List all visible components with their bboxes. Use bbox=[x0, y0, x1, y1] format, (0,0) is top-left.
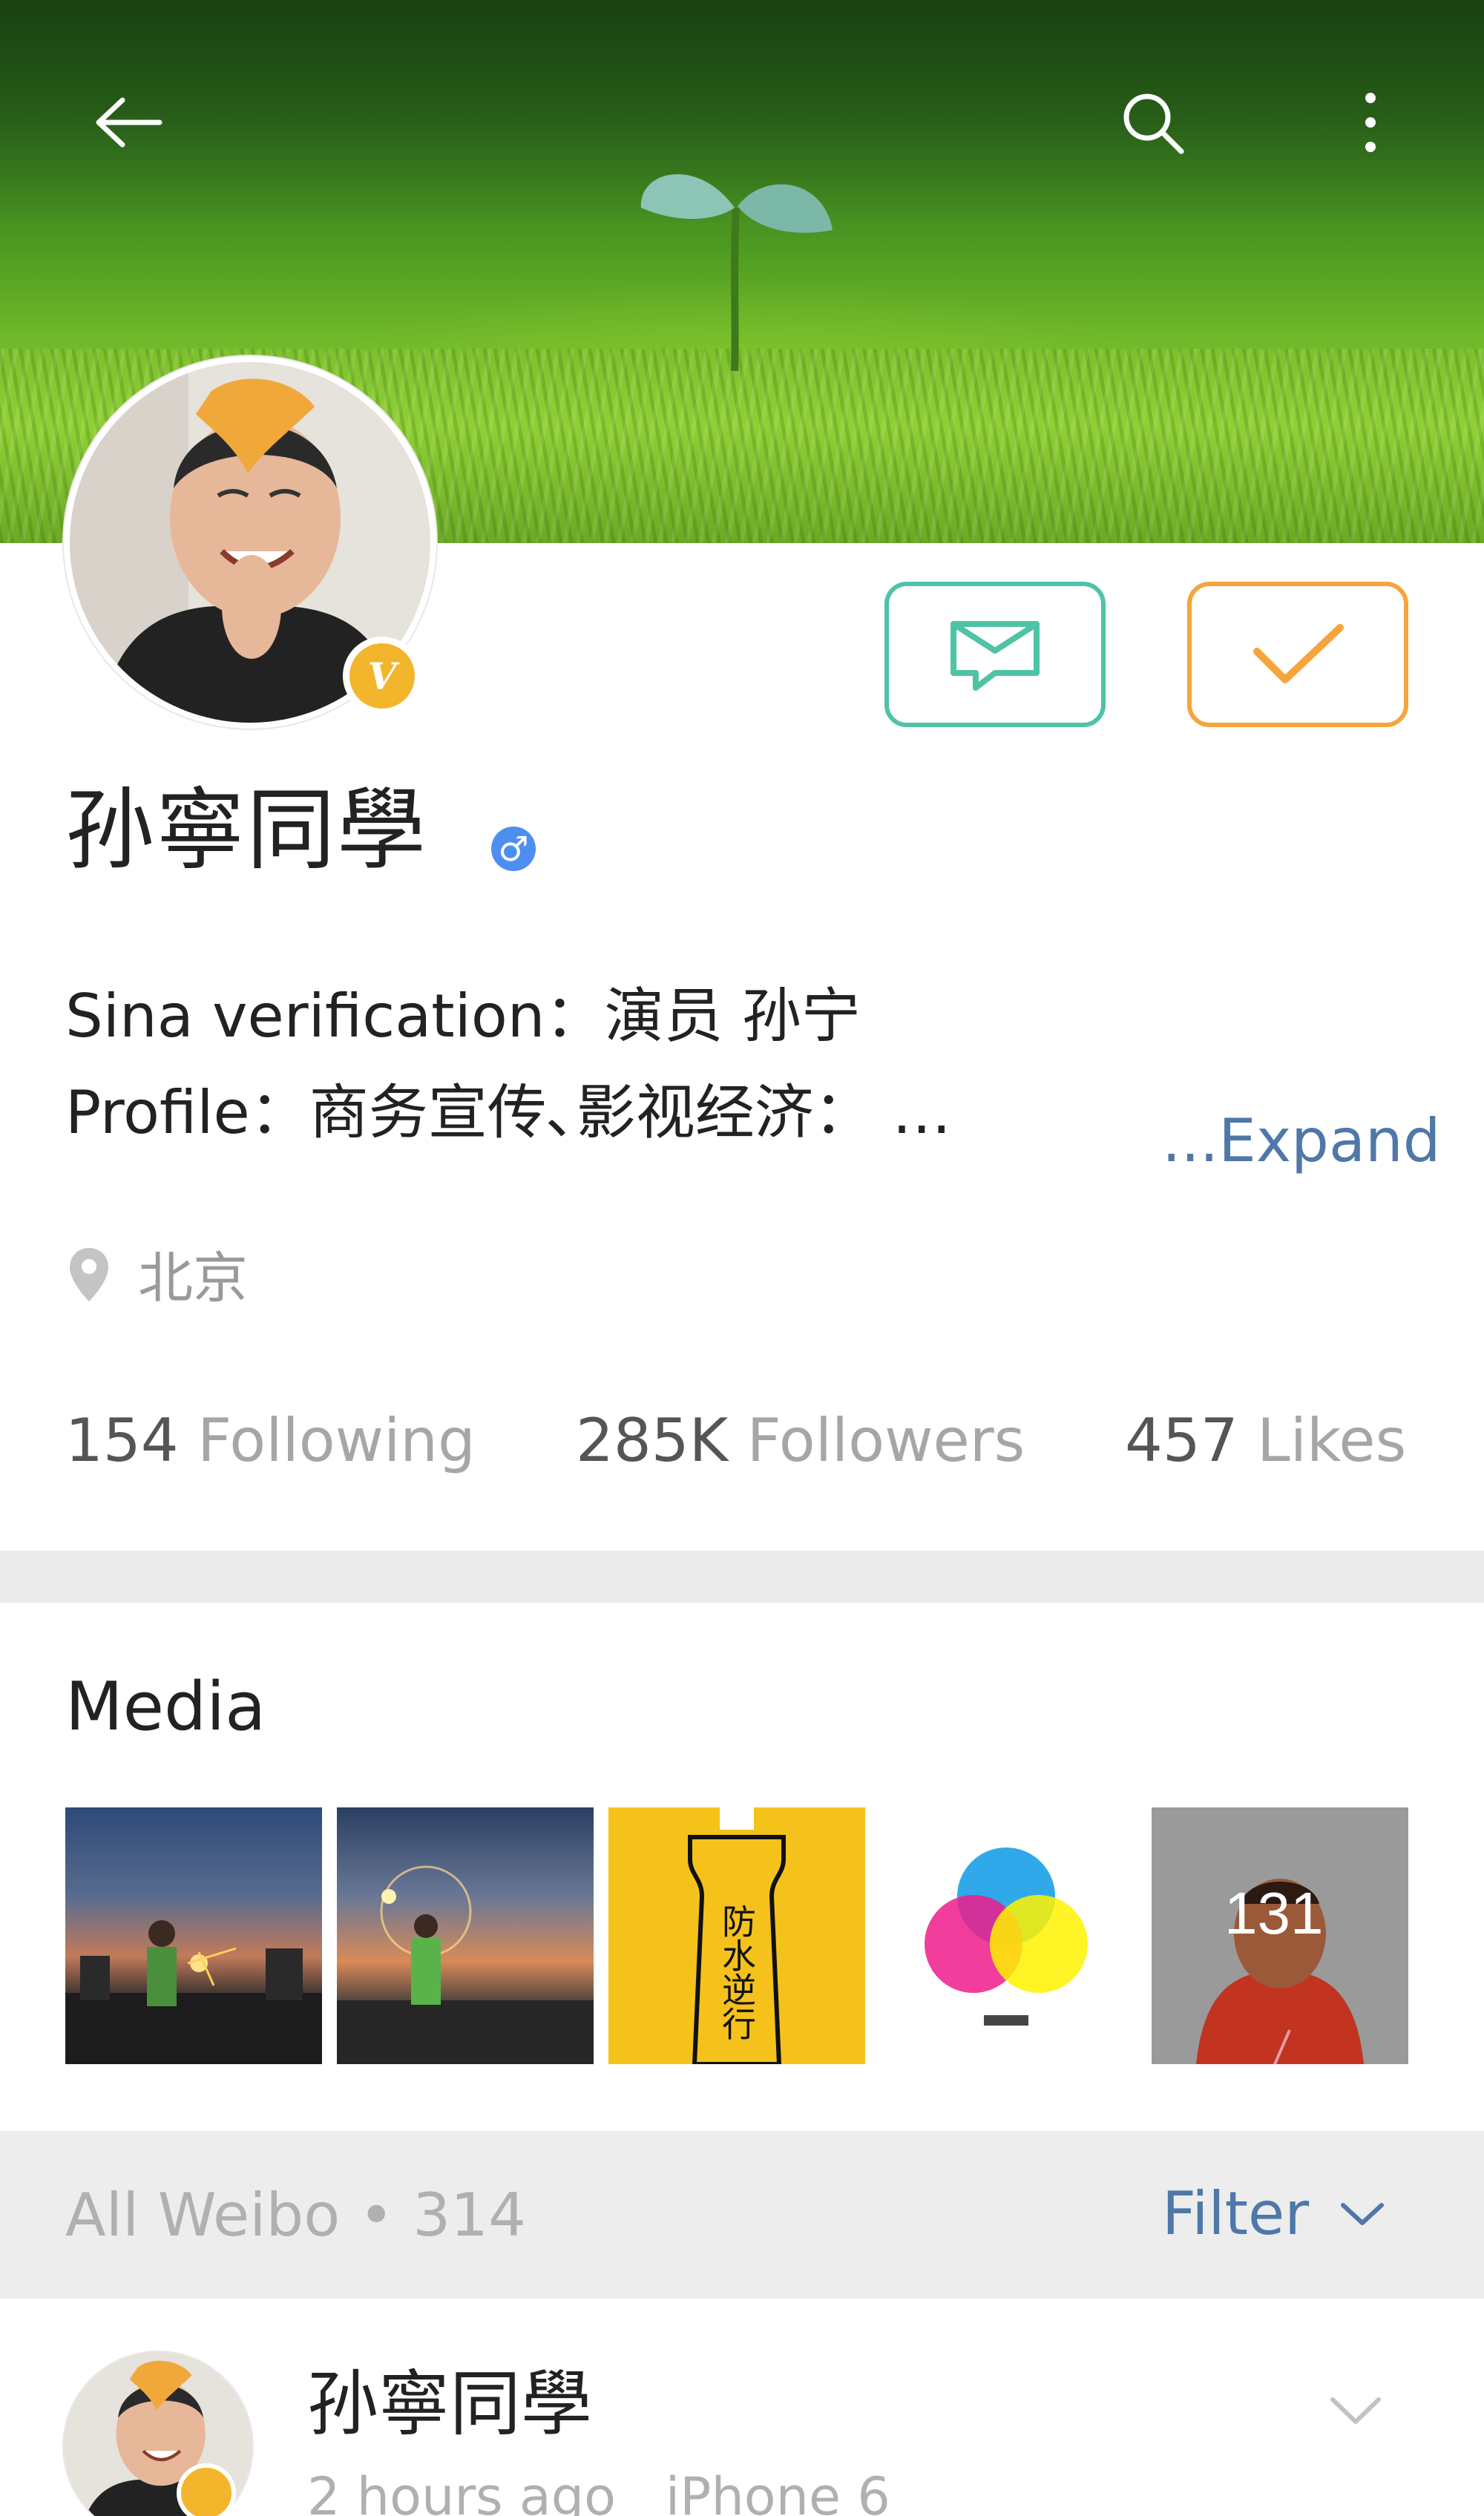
section-divider bbox=[0, 1551, 1484, 1603]
following-label: Following bbox=[197, 1406, 476, 1475]
likes-label: Likes bbox=[1257, 1406, 1407, 1475]
checkmark-icon bbox=[1253, 624, 1344, 683]
filter-label: Filter bbox=[1162, 2179, 1310, 2248]
profile-text: Profile：商务宣传､影视经济： … bbox=[65, 1078, 952, 1147]
chevron-down-icon bbox=[1341, 2203, 1385, 2225]
weibo-count: 314 bbox=[413, 2181, 526, 2250]
all-weibo-label: All Weibo bbox=[65, 2181, 341, 2250]
followers-stat[interactable]: 285K Followers bbox=[576, 1411, 1025, 1471]
thumbnail-label: 防水逆行 bbox=[717, 1904, 757, 2040]
post-meta: 2 hours ago iPhone 6 bbox=[307, 2471, 890, 2516]
expand-link[interactable]: ...Expand bbox=[1162, 1111, 1440, 1171]
likes-stat[interactable]: 457 Likes bbox=[1125, 1411, 1406, 1471]
male-gender-icon: ♂ bbox=[491, 827, 536, 871]
separator-dot: • bbox=[358, 2181, 394, 2250]
filter-button[interactable]: Filter bbox=[1162, 2184, 1386, 2244]
verified-badge-icon: V bbox=[343, 637, 421, 715]
media-thumbnail[interactable]: 防水逆行 bbox=[608, 1807, 865, 2064]
back-arrow-icon[interactable] bbox=[88, 82, 169, 163]
media-thumbnail[interactable] bbox=[880, 1807, 1137, 2064]
media-thumbnail[interactable] bbox=[65, 1807, 322, 2064]
post-author-name[interactable]: 孙寧同學 bbox=[307, 2368, 592, 2440]
search-icon[interactable] bbox=[1112, 82, 1193, 163]
sprout-illustration bbox=[640, 174, 833, 372]
post-verified-badge-icon bbox=[177, 2463, 236, 2516]
following-status-button[interactable] bbox=[1187, 582, 1408, 727]
media-section-title[interactable]: Media bbox=[65, 1674, 266, 1741]
profile-name: 孙寧同學 bbox=[65, 779, 427, 882]
media-thumbnail[interactable] bbox=[337, 1807, 594, 2064]
post-options-chevron-icon[interactable] bbox=[1328, 2394, 1383, 2428]
likes-count: 457 bbox=[1125, 1406, 1238, 1475]
followers-label: Followers bbox=[746, 1406, 1025, 1475]
thumbnail-label: 131 bbox=[1224, 1880, 1323, 1946]
location-text: 北京 bbox=[138, 1246, 248, 1310]
envelope-icon bbox=[951, 621, 1040, 691]
following-count: 154 bbox=[65, 1406, 179, 1475]
more-vertical-icon[interactable] bbox=[1330, 82, 1411, 163]
post-device: iPhone 6 bbox=[665, 2466, 890, 2516]
post-time: 2 hours ago bbox=[307, 2466, 617, 2516]
all-weibo-count: All Weibo • 314 bbox=[65, 2186, 526, 2245]
followers-count: 285K bbox=[576, 1406, 729, 1475]
following-stat[interactable]: 154 Following bbox=[65, 1411, 476, 1471]
verification-text: Sina verification：演员 孙宁 bbox=[65, 982, 861, 1051]
media-thumbnail[interactable]: 131 bbox=[1152, 1807, 1408, 2064]
message-button[interactable] bbox=[884, 582, 1106, 727]
location-pin-icon bbox=[70, 1248, 108, 1301]
